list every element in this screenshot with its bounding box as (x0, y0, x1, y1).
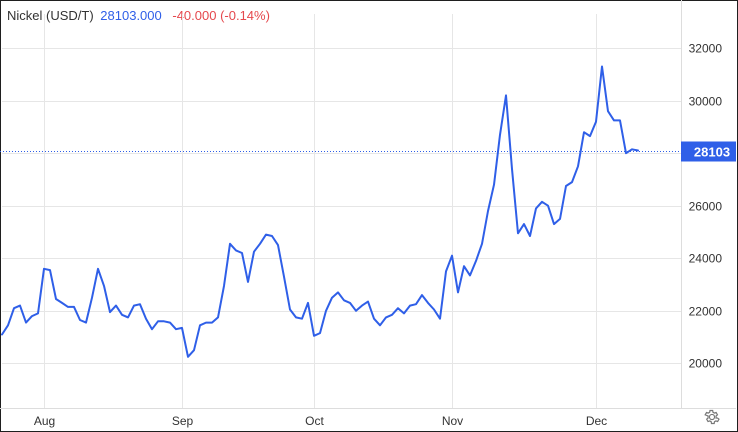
chart-axes (0, 0, 736, 409)
x-axis-labels: Aug Sep Oct Nov Dec (34, 414, 607, 428)
y-tick-label: 32000 (689, 42, 723, 56)
last-price-badge-label: 28103 (694, 145, 730, 160)
nickel-price-line (1, 65, 639, 358)
y-axis-labels: 20000220002400026000280003000032000 (689, 42, 723, 371)
grid-lines (2, 14, 681, 408)
y-tick-label: 26000 (689, 200, 723, 214)
y-tick-label: 30000 (689, 95, 723, 109)
series-layer (1, 65, 639, 358)
x-tick-label: Nov (442, 414, 463, 428)
y-tick-label: 22000 (689, 305, 723, 319)
x-tick-label: Sep (172, 414, 194, 428)
y-tick-label: 24000 (689, 252, 723, 266)
gear-icon (704, 409, 720, 425)
settings-gear-button[interactable] (703, 408, 721, 426)
y-tick-label: 20000 (689, 357, 723, 371)
x-tick-label: Dec (586, 414, 607, 428)
x-tick-label: Aug (34, 414, 55, 428)
x-tick-label: Oct (305, 414, 324, 428)
price-line-chart[interactable]: 20000220002400026000280003000032000 AugS… (0, 0, 738, 432)
